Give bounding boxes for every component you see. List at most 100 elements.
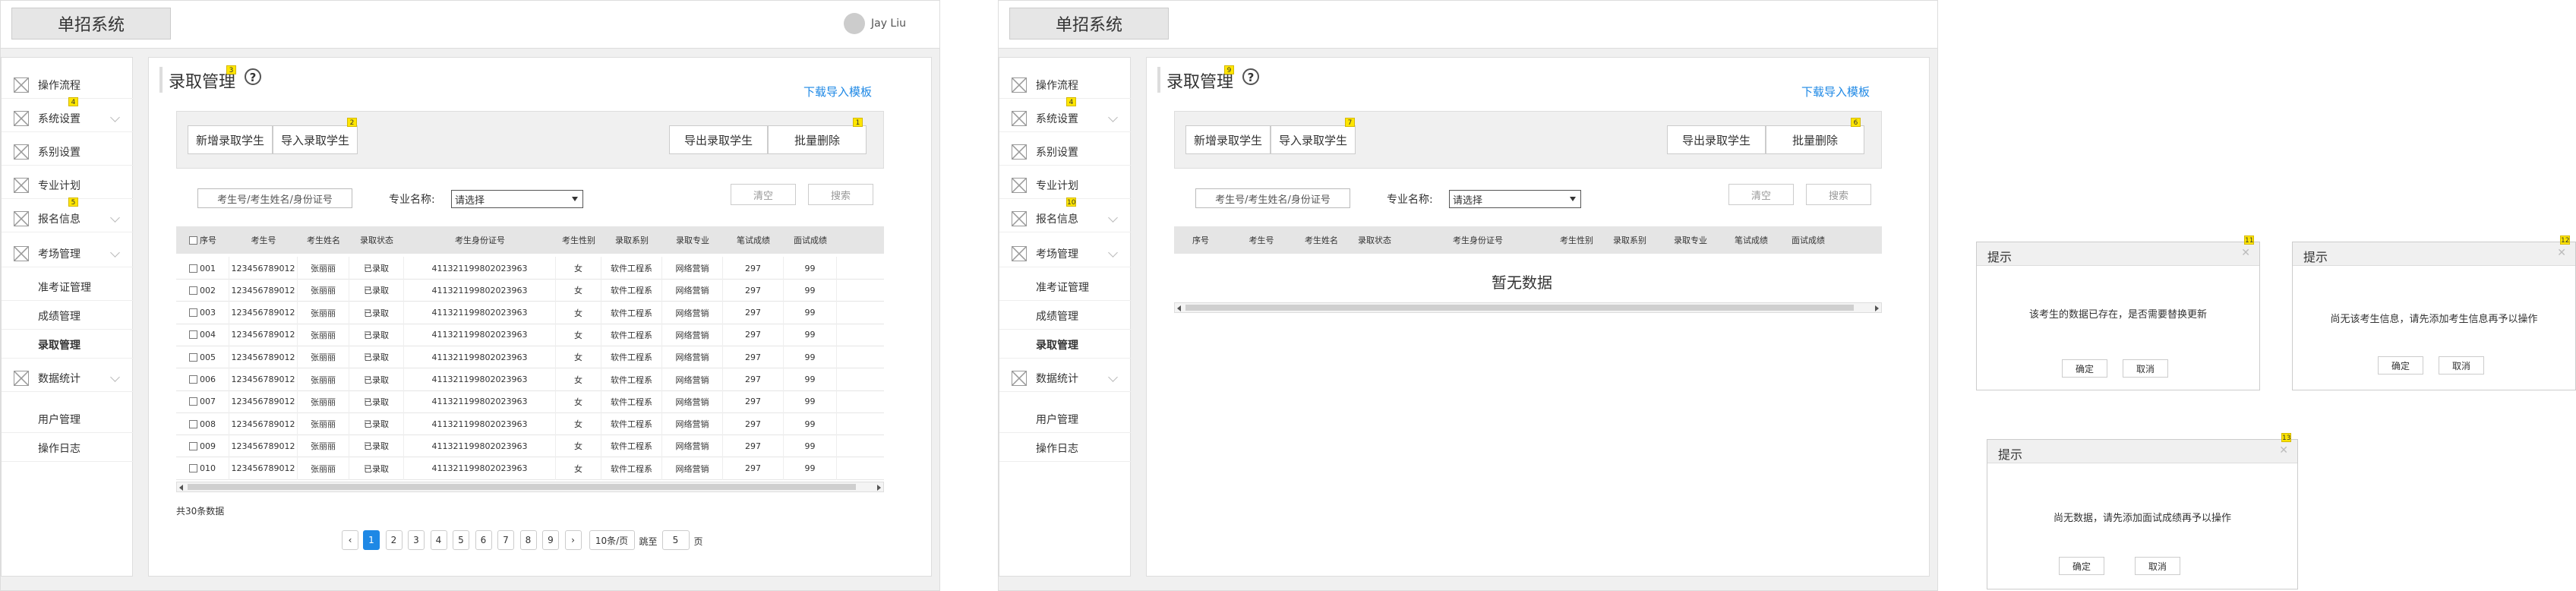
next-page-button[interactable]: ›: [564, 530, 582, 550]
page-button[interactable]: 3: [408, 530, 425, 550]
table-row[interactable]: 005 123456789012 张丽丽 已录取 411321199802023963 女…: [176, 346, 884, 369]
table-row[interactable]: 009 123456789012 张丽丽 已录取 411321199802023963 女…: [176, 435, 884, 458]
scroll-right-icon[interactable]: [1875, 305, 1879, 311]
import-admission-button[interactable]: 导入录取学生: [1271, 125, 1356, 154]
page-button[interactable]: 1: [363, 530, 380, 550]
sidebar-item[interactable]: 用户管理: [2, 406, 134, 433]
batch-delete-button[interactable]: 批量删除: [768, 125, 867, 154]
confirm-button[interactable]: 确定: [2059, 557, 2104, 575]
sidebar-item[interactable]: 数据统计: [999, 365, 1132, 392]
page-button[interactable]: 9: [542, 530, 559, 550]
table-row[interactable]: 004 123456789012 张丽丽 已录取 411321199802023963 女…: [176, 323, 884, 346]
export-admission-button[interactable]: 导出录取学生: [669, 125, 768, 154]
sidebar-item[interactable]: 操作流程: [999, 71, 1132, 99]
row-checkbox[interactable]: [189, 352, 197, 362]
search-button[interactable]: 搜索: [808, 184, 873, 205]
scroll-thumb[interactable]: [1185, 305, 1854, 311]
scroll-left-icon[interactable]: [1177, 305, 1181, 311]
sidebar-item[interactable]: 报名信息: [999, 205, 1132, 232]
table-row[interactable]: 002 123456789012 张丽丽 已录取 411321199802023963 女…: [176, 279, 884, 302]
table-row[interactable]: 006 123456789012 张丽丽 已录取 411321199802023963 女…: [176, 368, 884, 391]
cancel-button[interactable]: 取消: [2439, 356, 2484, 375]
app-logo[interactable]: 单招系统: [11, 8, 171, 40]
page-button[interactable]: 2: [385, 530, 402, 550]
row-checkbox[interactable]: [189, 375, 197, 384]
confirm-button[interactable]: 确定: [2378, 356, 2423, 375]
search-button[interactable]: 搜索: [1806, 184, 1871, 205]
jump-input[interactable]: 5: [661, 530, 690, 550]
sidebar-item[interactable]: 成绩管理: [999, 302, 1132, 330]
confirm-button[interactable]: 确定: [2062, 359, 2107, 378]
add-admission-button[interactable]: 新增录取学生: [1185, 125, 1271, 154]
sidebar-item[interactable]: 录取管理: [999, 331, 1132, 359]
sidebar-item[interactable]: 系别设置: [2, 138, 134, 166]
search-input[interactable]: 考生号/考生姓名/身份证号: [197, 188, 352, 208]
sidebar-item[interactable]: 专业计划: [999, 172, 1132, 199]
download-template-link[interactable]: 下载导入模板: [1801, 84, 1870, 100]
page-button[interactable]: 4: [430, 530, 447, 550]
sidebar-item[interactable]: 报名信息: [2, 205, 134, 232]
page-button[interactable]: 8: [519, 530, 537, 550]
major-select[interactable]: 请选择: [1449, 190, 1581, 208]
prev-page-button[interactable]: ‹: [342, 530, 358, 550]
sidebar-item[interactable]: 操作日志: [999, 435, 1132, 462]
table-cell: 99: [784, 390, 837, 413]
sidebar-item[interactable]: 准考证管理: [2, 273, 134, 301]
sidebar-item[interactable]: 系别设置: [999, 138, 1132, 166]
import-admission-button[interactable]: 导入录取学生: [273, 125, 358, 154]
user-menu[interactable]: Jay Liu: [843, 13, 906, 34]
row-checkbox[interactable]: [189, 397, 197, 406]
row-checkbox[interactable]: [189, 264, 197, 273]
cancel-button[interactable]: 取消: [2135, 557, 2180, 575]
sidebar-item[interactable]: 系统设置: [999, 105, 1132, 132]
close-icon[interactable]: ✕: [2557, 247, 2566, 259]
sidebar-item[interactable]: 考场管理: [2, 240, 134, 267]
sidebar-item[interactable]: 操作流程: [2, 71, 134, 99]
row-checkbox[interactable]: [189, 441, 197, 450]
help-icon[interactable]: ?: [1242, 68, 1259, 85]
table-row[interactable]: 008 123456789012 张丽丽 已录取 411321199802023963 女…: [176, 412, 884, 436]
row-checkbox[interactable]: [189, 286, 197, 295]
scroll-right-icon[interactable]: [877, 485, 881, 491]
table-row[interactable]: 010 123456789012 张丽丽 已录取 411321199802023963 女…: [176, 457, 884, 480]
sidebar-item[interactable]: 考场管理: [999, 240, 1132, 267]
sidebar-item[interactable]: 准考证管理: [999, 273, 1132, 301]
sidebar-item[interactable]: 数据统计: [2, 365, 134, 392]
horizontal-scrollbar[interactable]: [176, 482, 884, 492]
cancel-button[interactable]: 取消: [2123, 359, 2168, 378]
export-admission-button[interactable]: 导出录取学生: [1667, 125, 1766, 154]
page-size-select[interactable]: 10条/页: [589, 530, 635, 550]
table-row[interactable]: 001 123456789012 张丽丽 已录取 411321199802023963 女…: [176, 257, 884, 280]
clear-button[interactable]: 清空: [1728, 184, 1794, 205]
row-checkbox[interactable]: [189, 419, 197, 428]
horizontal-scrollbar[interactable]: [1174, 302, 1882, 313]
sidebar-item[interactable]: 成绩管理: [2, 302, 134, 330]
download-template-link[interactable]: 下载导入模板: [803, 84, 872, 100]
major-select[interactable]: 请选择: [451, 190, 583, 208]
page-button[interactable]: 5: [453, 530, 469, 550]
row-checkbox[interactable]: [189, 330, 197, 340]
search-input[interactable]: 考生号/考生姓名/身份证号: [1195, 188, 1350, 208]
scroll-left-icon[interactable]: [179, 485, 183, 491]
select-all-checkbox[interactable]: [189, 235, 197, 245]
row-checkbox[interactable]: [189, 464, 197, 473]
table-row[interactable]: 007 123456789012 张丽丽 已录取 411321199802023963 女…: [176, 390, 884, 413]
sidebar-item[interactable]: 专业计划: [2, 172, 134, 199]
batch-delete-button[interactable]: 批量删除: [1766, 125, 1864, 154]
close-icon[interactable]: ✕: [2241, 247, 2250, 259]
table-row[interactable]: 003 123456789012 张丽丽 已录取 411321199802023963 女…: [176, 301, 884, 324]
clear-button[interactable]: 清空: [731, 184, 796, 205]
sidebar-item[interactable]: 录取管理: [2, 331, 134, 359]
scroll-thumb[interactable]: [188, 484, 856, 490]
sidebar-item[interactable]: 操作日志: [2, 435, 134, 462]
help-icon[interactable]: ?: [245, 68, 261, 85]
close-icon[interactable]: ✕: [2279, 444, 2288, 457]
cell-value: 99: [804, 375, 816, 384]
row-checkbox[interactable]: [189, 308, 197, 318]
page-button[interactable]: 7: [497, 530, 514, 550]
app-logo[interactable]: 单招系统: [1009, 8, 1169, 40]
page-button[interactable]: 6: [475, 530, 492, 550]
sidebar-item[interactable]: 系统设置: [2, 105, 134, 132]
sidebar-item[interactable]: 用户管理: [999, 406, 1132, 433]
add-admission-button[interactable]: 新增录取学生: [188, 125, 273, 154]
